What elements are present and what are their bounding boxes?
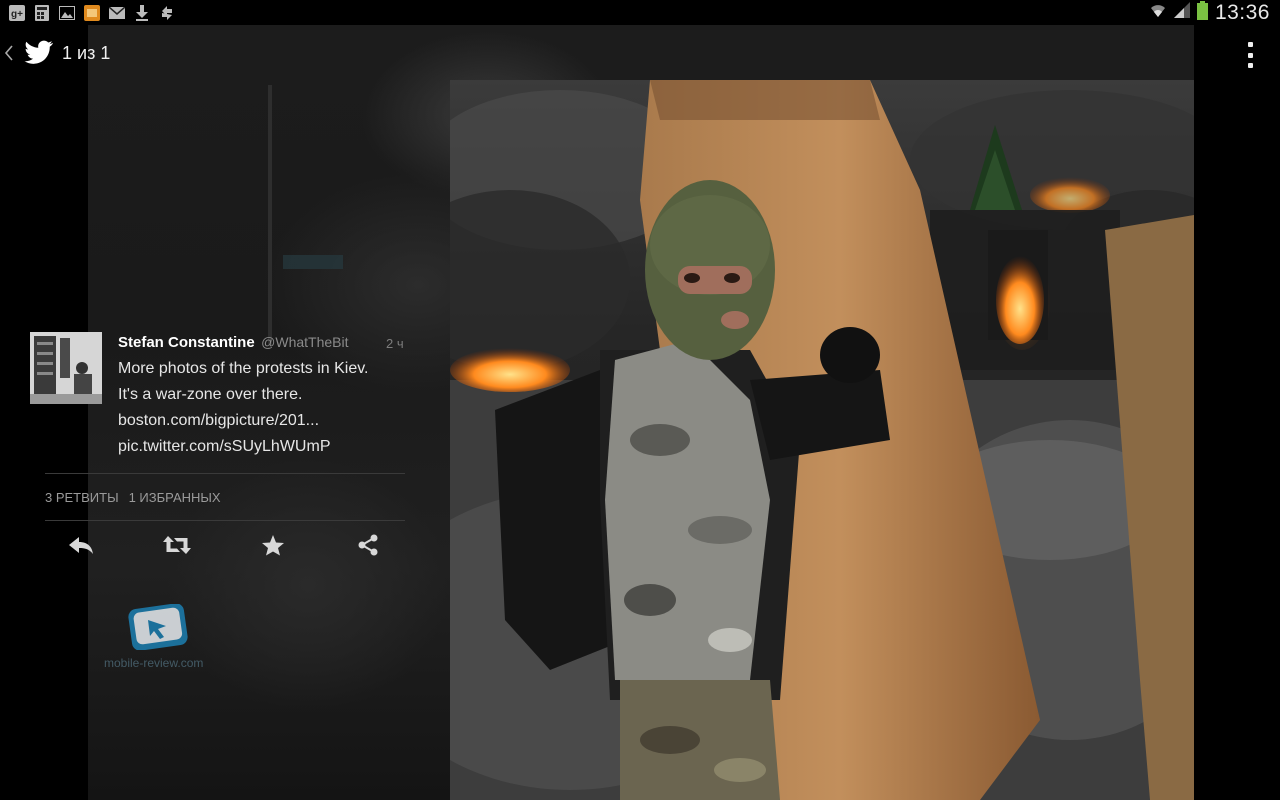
tweet-text-line: More photos of the protests in Kiev. xyxy=(118,360,369,377)
wifi-icon xyxy=(1149,2,1167,23)
download-icon xyxy=(134,4,150,21)
tweet-link[interactable]: boston.com/bigpicture/201... xyxy=(118,411,418,430)
divider xyxy=(45,473,405,474)
tweet-photo[interactable] xyxy=(450,80,1194,800)
sync-icon xyxy=(159,5,175,21)
tweet-timestamp: 2 ч xyxy=(386,336,404,351)
google-plus-icon: g+ xyxy=(9,4,25,21)
tweet-actions xyxy=(45,528,405,562)
avatar[interactable] xyxy=(30,332,102,404)
email-icon xyxy=(109,5,125,21)
clock: 13:36 xyxy=(1214,0,1270,24)
action-bar: 1 из 1 xyxy=(0,25,110,81)
photo-illustration xyxy=(450,80,1194,800)
tweet-body: Stefan Constantine @WhatTheBit More phot… xyxy=(118,334,418,456)
app-icon xyxy=(84,4,100,21)
author-handle[interactable]: @WhatTheBit xyxy=(261,334,348,350)
signal-icon xyxy=(1173,2,1190,23)
favorite-star-icon[interactable] xyxy=(255,528,291,562)
retweet-count[interactable]: 3 РЕТВИТЫ xyxy=(45,490,119,505)
divider xyxy=(45,520,405,521)
svg-text:g+: g+ xyxy=(11,9,23,20)
reply-icon[interactable] xyxy=(63,528,99,562)
watermark-logo-icon xyxy=(128,603,188,651)
page-title: 1 из 1 xyxy=(62,42,111,63)
image-icon xyxy=(59,5,75,21)
battery-icon xyxy=(1196,0,1208,25)
twitter-bird-icon[interactable] xyxy=(24,40,54,66)
background-flag xyxy=(283,255,343,269)
chevron-left-icon[interactable] xyxy=(4,43,16,63)
overflow-menu-icon[interactable] xyxy=(1242,42,1258,68)
tweet-stats: 3 РЕТВИТЫ 1 ИЗБРАННЫХ xyxy=(45,490,221,505)
calculator-icon xyxy=(34,4,50,21)
background-mast xyxy=(268,85,272,345)
tweet-pic-link[interactable]: pic.twitter.com/sSUyLhWUmP xyxy=(118,437,418,456)
status-bar: g+ 13:36 xyxy=(0,0,1280,25)
retweet-icon[interactable] xyxy=(159,528,195,562)
favorite-count[interactable]: 1 ИЗБРАННЫХ xyxy=(129,490,221,505)
watermark-text: mobile-review.com xyxy=(104,656,204,670)
tweet-text-line: It's a war-zone over there. xyxy=(118,386,303,403)
share-icon[interactable] xyxy=(350,528,386,562)
author-name[interactable]: Stefan Constantine xyxy=(118,334,255,351)
